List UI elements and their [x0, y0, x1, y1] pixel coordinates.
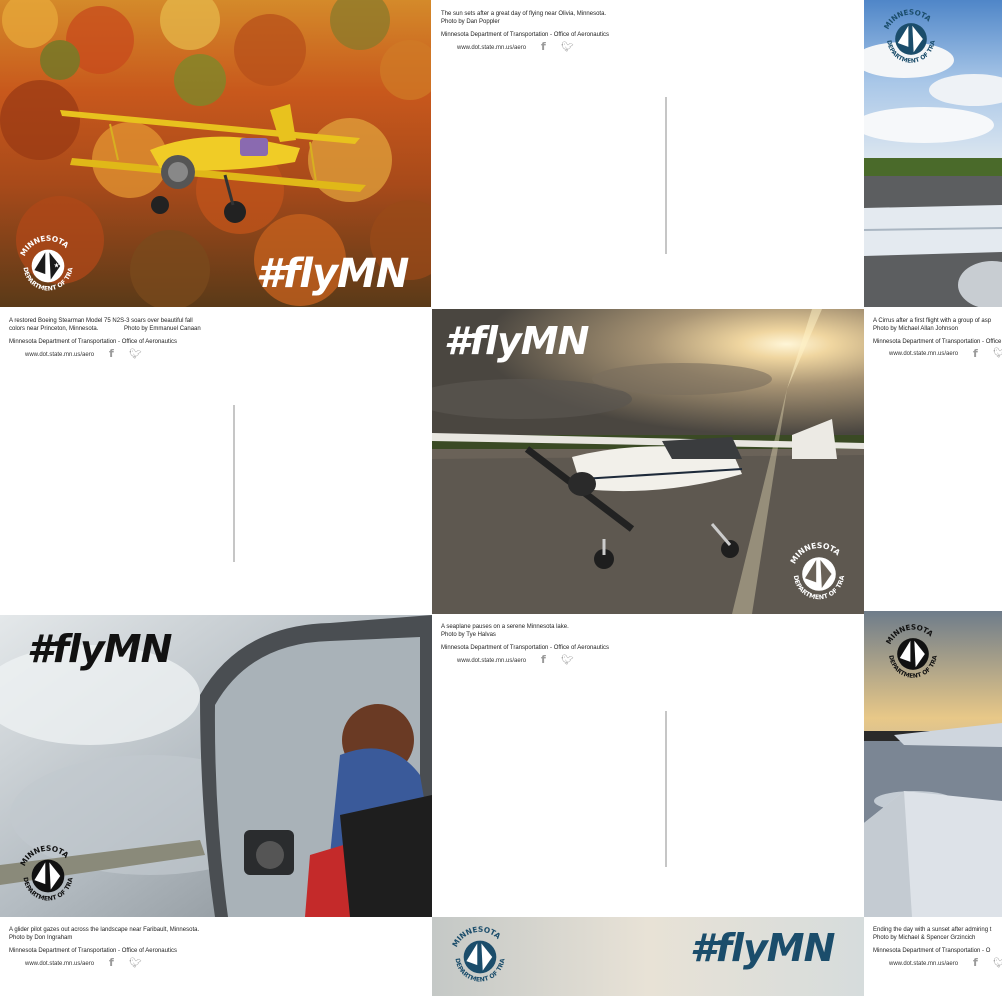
- stearman-photo-card: MINNESOTA DEPARTMENT OF TRANSPORTATION ★…: [0, 0, 431, 307]
- facebook-icon[interactable]: f: [109, 347, 114, 360]
- website-link[interactable]: www.dot.state.mn.us/aero: [457, 45, 526, 51]
- hashtag-flymn: #flyMN: [256, 251, 409, 297]
- caption-line: A seaplane pauses on a serene Minnesota …: [441, 624, 569, 630]
- facebook-icon[interactable]: f: [973, 347, 978, 360]
- twitter-icon[interactable]: 🐦︎: [993, 958, 1002, 969]
- sunset-back-card: Ending the day with a sunset after admir…: [864, 917, 1002, 996]
- website-link[interactable]: www.dot.state.mn.us/aero: [25, 352, 94, 358]
- mndot-seal-logo: MINNESOTA DEPARTMENT OF TRANSPORTATION: [880, 621, 939, 680]
- cessna-photo-card: #flyMN MINNESOTA DEPARTMENT OF TRANSPORT…: [432, 309, 864, 614]
- photo-credit: Photo by Don Ingraham: [9, 935, 73, 941]
- caption-line: A glider pilot gazes out across the land…: [9, 927, 200, 933]
- glider-back-card: A glider pilot gazes out across the land…: [0, 917, 432, 996]
- twitter-icon[interactable]: 🐦︎: [561, 655, 574, 666]
- sunset-photo-card: MINNESOTA DEPARTMENT OF TRANSPORTATION: [864, 611, 1002, 917]
- svg-text:★: ★: [53, 262, 59, 269]
- website-link[interactable]: www.dot.state.mn.us/aero: [25, 961, 94, 967]
- caption-line: A restored Boeing Stearman Model 75 N2S-…: [9, 318, 193, 324]
- organization-name: Minnesota Department of Transportation -…: [873, 948, 991, 954]
- photo-credit: Photo by Tye Halvas: [441, 632, 496, 638]
- glider-photo-card: #flyMN MINNESOTA DEPARTMENT OF TRANSPORT…: [0, 615, 432, 917]
- photo-credit: Photo by Michael & Spencer Grzincich: [873, 935, 976, 941]
- hashtag-flymn: #flyMN: [27, 627, 172, 671]
- facebook-icon[interactable]: f: [973, 956, 978, 969]
- mndot-seal-logo: MINNESOTA DEPARTMENT OF TRANSPORTATION: [878, 6, 937, 65]
- organization-name: Minnesota Department of Transportation -…: [873, 339, 1002, 345]
- website-link[interactable]: www.dot.state.mn.us/aero: [889, 351, 958, 357]
- twitter-icon[interactable]: 🐦︎: [993, 348, 1002, 359]
- cirrus-photo-card: MINNESOTA DEPARTMENT OF TRANSPORTATION: [864, 0, 1002, 307]
- mndot-seal-logo: MINNESOTA DEPARTMENT OF TRANSPORTATION: [14, 842, 75, 903]
- photo-credit: Photo by Dan Poppler: [441, 19, 500, 25]
- website-link[interactable]: www.dot.state.mn.us/aero: [889, 961, 958, 967]
- olivia-back-card: The sun sets after a great day of flying…: [431, 0, 864, 307]
- twitter-icon[interactable]: 🐦︎: [561, 42, 574, 53]
- facebook-icon[interactable]: f: [109, 956, 114, 969]
- twitter-icon[interactable]: 🐦︎: [129, 349, 142, 360]
- seaplane-back-card: A seaplane pauses on a serene Minnesota …: [432, 614, 864, 917]
- caption-line: A Cirrus after a first flight with a gro…: [873, 318, 992, 324]
- mndot-seal-logo: MINNESOTA DEPARTMENT OF TRANSPORTATION: [446, 923, 507, 984]
- photo-credit: Photo by Emmanuel Canaan: [124, 326, 201, 332]
- bottom-photo-card: MINNESOTA DEPARTMENT OF TRANSPORTATION #…: [432, 917, 864, 996]
- stearman-back-card: A restored Boeing Stearman Model 75 N2S-…: [0, 307, 432, 615]
- address-divider: [665, 711, 667, 867]
- address-divider: [665, 97, 667, 254]
- cirrus-back-card: A Cirrus after a first flight with a gro…: [864, 307, 1002, 615]
- address-divider: [233, 405, 235, 562]
- facebook-icon[interactable]: f: [541, 40, 546, 53]
- organization-name: Minnesota Department of Transportation -…: [441, 32, 609, 38]
- twitter-icon[interactable]: 🐦︎: [129, 958, 142, 969]
- facebook-icon[interactable]: f: [541, 653, 546, 666]
- photo-credit: Photo by Michael Allan Johnson: [873, 326, 959, 332]
- organization-name: Minnesota Department of Transportation -…: [9, 339, 177, 345]
- hashtag-flymn: #flyMN: [690, 926, 835, 970]
- caption-line: colors near Princeton, Minnesota.: [9, 326, 99, 332]
- organization-name: Minnesota Department of Transportation -…: [441, 645, 609, 651]
- caption-line: The sun sets after a great day of flying…: [441, 11, 607, 17]
- organization-name: Minnesota Department of Transportation -…: [9, 948, 177, 954]
- mndot-seal-logo: MINNESOTA DEPARTMENT OF TRANSPORTATION: [784, 539, 846, 601]
- website-link[interactable]: www.dot.state.mn.us/aero: [457, 658, 526, 664]
- hashtag-flymn: #flyMN: [444, 319, 589, 363]
- caption-line: Ending the day with a sunset after admir…: [873, 927, 992, 933]
- mndot-seal-logo: MINNESOTA DEPARTMENT OF TRANSPORTATION ★: [14, 232, 75, 293]
